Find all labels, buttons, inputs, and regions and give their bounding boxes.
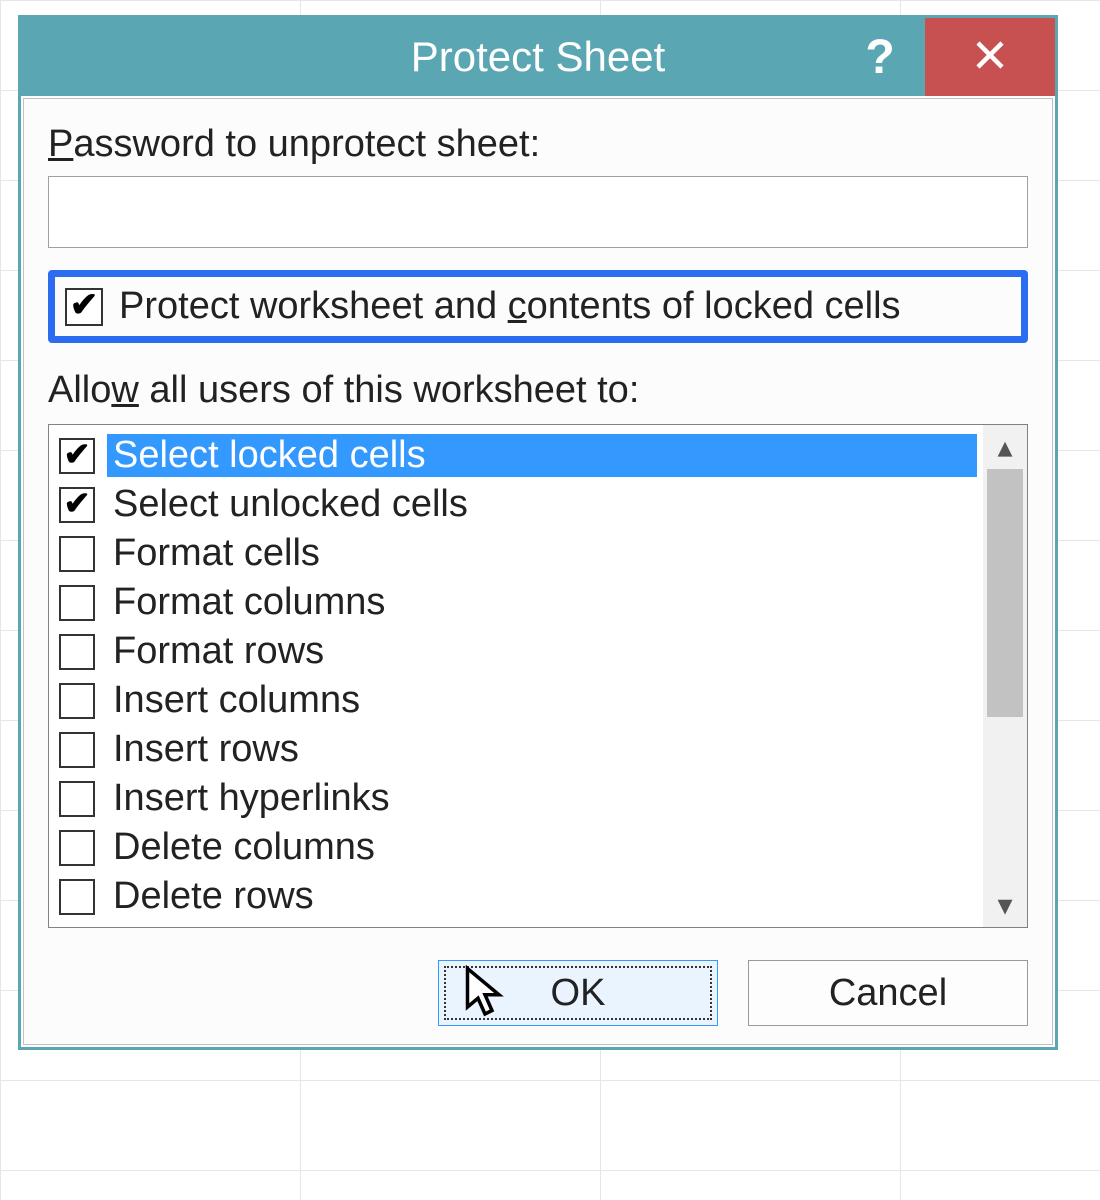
close-icon bbox=[972, 37, 1008, 78]
permission-row[interactable]: Insert rows bbox=[55, 725, 983, 774]
dialog-button-row: OK Cancel bbox=[48, 960, 1028, 1026]
help-button[interactable]: ? bbox=[835, 18, 925, 96]
protect-contents-label: Protect worksheet and contents of locked… bbox=[119, 285, 901, 328]
permission-row[interactable]: Delete rows bbox=[55, 872, 983, 921]
ok-button[interactable]: OK bbox=[438, 960, 718, 1026]
close-button[interactable] bbox=[925, 18, 1055, 96]
permission-row[interactable]: Format columns bbox=[55, 578, 983, 627]
permission-label: Select locked cells bbox=[107, 434, 977, 477]
dialog-title: Protect Sheet bbox=[411, 33, 665, 81]
permission-checkbox[interactable] bbox=[59, 683, 95, 719]
scroll-track[interactable] bbox=[983, 469, 1027, 883]
permission-label: Format cells bbox=[107, 532, 977, 575]
permission-label: Delete columns bbox=[107, 826, 977, 869]
permission-label: Format rows bbox=[107, 630, 977, 673]
scroll-down-arrow-icon[interactable]: ▾ bbox=[983, 883, 1027, 927]
permission-checkbox[interactable] bbox=[59, 634, 95, 670]
cancel-button[interactable]: Cancel bbox=[748, 960, 1028, 1026]
protect-sheet-dialog: Protect Sheet ? Password to unprotect sh… bbox=[18, 15, 1058, 1050]
permission-checkbox[interactable] bbox=[59, 781, 95, 817]
permission-row[interactable]: Format rows bbox=[55, 627, 983, 676]
permissions-listbox[interactable]: Select locked cells Select unlocked cells… bbox=[48, 424, 1028, 928]
protect-contents-checkbox[interactable] bbox=[65, 288, 103, 326]
cancel-button-label: Cancel bbox=[829, 972, 947, 1015]
dialog-body: Password to unprotect sheet: Protect wor… bbox=[23, 98, 1053, 1045]
permission-checkbox[interactable] bbox=[59, 487, 95, 523]
permission-row[interactable]: Insert columns bbox=[55, 676, 983, 725]
cursor-icon bbox=[463, 965, 507, 1031]
scrollbar[interactable]: ▴ ▾ bbox=[983, 425, 1027, 927]
titlebar: Protect Sheet ? bbox=[21, 18, 1055, 96]
protect-contents-highlight: Protect worksheet and contents of locked… bbox=[48, 270, 1028, 343]
permission-row[interactable]: Delete columns bbox=[55, 823, 983, 872]
permission-row[interactable]: Select unlocked cells bbox=[55, 480, 983, 529]
permission-checkbox[interactable] bbox=[59, 732, 95, 768]
permission-label: Format columns bbox=[107, 581, 977, 624]
permissions-list-items: Select locked cells Select unlocked cells… bbox=[49, 425, 983, 927]
password-label: Password to unprotect sheet: bbox=[48, 123, 1028, 166]
ok-button-label: OK bbox=[551, 972, 606, 1015]
permission-row[interactable]: Format cells bbox=[55, 529, 983, 578]
permission-label: Delete rows bbox=[107, 875, 977, 918]
permission-row[interactable]: Select locked cells bbox=[55, 431, 983, 480]
permission-checkbox[interactable] bbox=[59, 536, 95, 572]
permission-label: Insert rows bbox=[107, 728, 977, 771]
titlebar-controls: ? bbox=[835, 18, 1055, 96]
allow-users-label: Allow all users of this worksheet to: bbox=[48, 369, 1028, 412]
permission-row[interactable]: Insert hyperlinks bbox=[55, 774, 983, 823]
password-input[interactable] bbox=[48, 176, 1028, 248]
scroll-thumb[interactable] bbox=[987, 469, 1023, 717]
permission-label: Insert columns bbox=[107, 679, 977, 722]
permission-checkbox[interactable] bbox=[59, 830, 95, 866]
scroll-up-arrow-icon[interactable]: ▴ bbox=[983, 425, 1027, 469]
permission-checkbox[interactable] bbox=[59, 585, 95, 621]
permission-checkbox[interactable] bbox=[59, 438, 95, 474]
permission-label: Select unlocked cells bbox=[107, 483, 977, 526]
permission-checkbox[interactable] bbox=[59, 879, 95, 915]
permission-label: Insert hyperlinks bbox=[107, 777, 977, 820]
